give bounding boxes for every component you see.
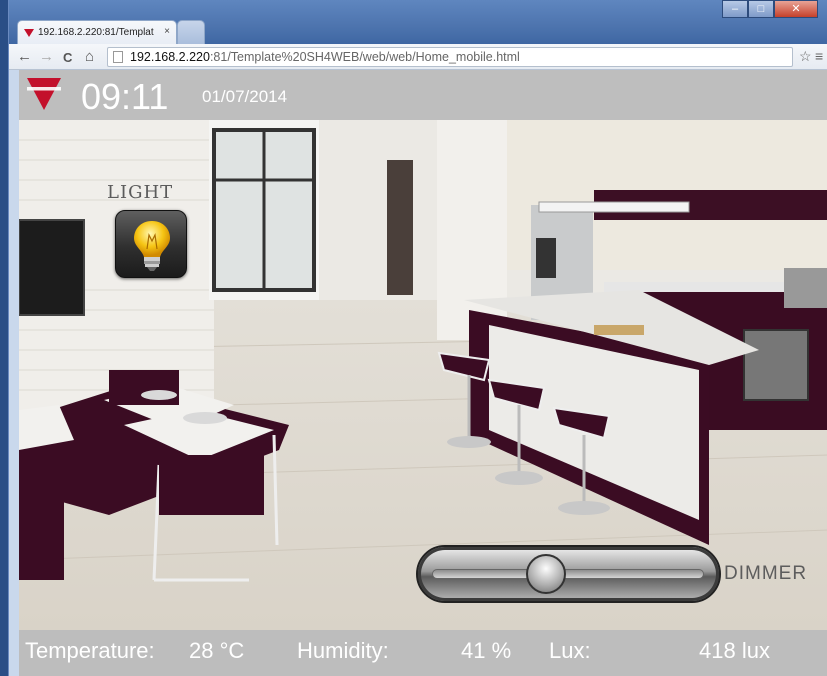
url-path: :81/Template%20SH4WEB/web/web/Home_mobil… bbox=[209, 50, 520, 64]
back-button[interactable]: ← bbox=[17, 48, 32, 65]
browser-window: 192.168.2.220:81/Templat × – □ ✕ ← → C ⌂… bbox=[8, 0, 827, 676]
clock-date: 01/07/2014 bbox=[202, 87, 288, 106]
menu-icon[interactable]: ≡ bbox=[815, 48, 823, 64]
home-button[interactable]: ⌂ bbox=[85, 48, 94, 65]
lux-value: 418 lux bbox=[699, 638, 770, 663]
lux-label: Lux: bbox=[549, 638, 591, 663]
favicon-icon bbox=[24, 29, 34, 37]
kitchen-scene: LIGHT DIMMER bbox=[19, 120, 827, 630]
light-label: LIGHT bbox=[107, 182, 174, 203]
tab-close-icon[interactable]: × bbox=[164, 26, 170, 37]
temperature-value: 28 °C bbox=[189, 638, 245, 663]
minimize-button[interactable]: – bbox=[722, 0, 748, 18]
lightbulb-icon bbox=[134, 221, 170, 271]
clock-time: 09:11 bbox=[81, 76, 169, 117]
dimmer-track[interactable] bbox=[432, 569, 704, 579]
title-bar: 192.168.2.220:81/Templat × – □ ✕ bbox=[9, 0, 827, 44]
forward-button[interactable]: → bbox=[39, 48, 54, 65]
tab-home-mobile[interactable]: 192.168.2.220:81/Templat × bbox=[17, 20, 177, 44]
app-header: 09:11 01/07/2014 bbox=[19, 70, 827, 120]
dimmer-label: DIMMER bbox=[724, 563, 808, 584]
url-host: 192.168.2.220 bbox=[130, 50, 210, 64]
light-toggle-button[interactable] bbox=[115, 210, 187, 278]
dimmer-slider[interactable] bbox=[416, 545, 721, 603]
dimmer-knob[interactable] bbox=[526, 554, 567, 594]
close-button[interactable]: ✕ bbox=[774, 0, 818, 18]
page-icon bbox=[113, 51, 123, 63]
maximize-button[interactable]: □ bbox=[748, 0, 774, 18]
temperature-label: Temperature: bbox=[25, 638, 155, 663]
tab-title: 192.168.2.220:81/Templat bbox=[38, 27, 154, 38]
reload-button[interactable]: C bbox=[63, 50, 72, 65]
new-tab-button[interactable] bbox=[177, 20, 205, 44]
carlo-gavazzi-logo bbox=[27, 78, 61, 110]
humidity-label: Humidity: bbox=[297, 638, 389, 663]
browser-toolbar: ← → C ⌂ 192.168.2.220:81/Template%20SH4W… bbox=[9, 44, 827, 70]
page-content: 09:11 01/07/2014 LIGHT DIMMER Temperatur… bbox=[19, 70, 827, 676]
address-bar[interactable]: 192.168.2.220:81/Template%20SH4WEB/web/w… bbox=[107, 47, 793, 67]
bookmark-star-icon[interactable]: ☆ bbox=[799, 48, 812, 65]
humidity-value: 41 % bbox=[461, 638, 512, 663]
sensor-footer: Temperature: 28 °C Humidity: 41 % Lux: 4… bbox=[19, 630, 827, 676]
